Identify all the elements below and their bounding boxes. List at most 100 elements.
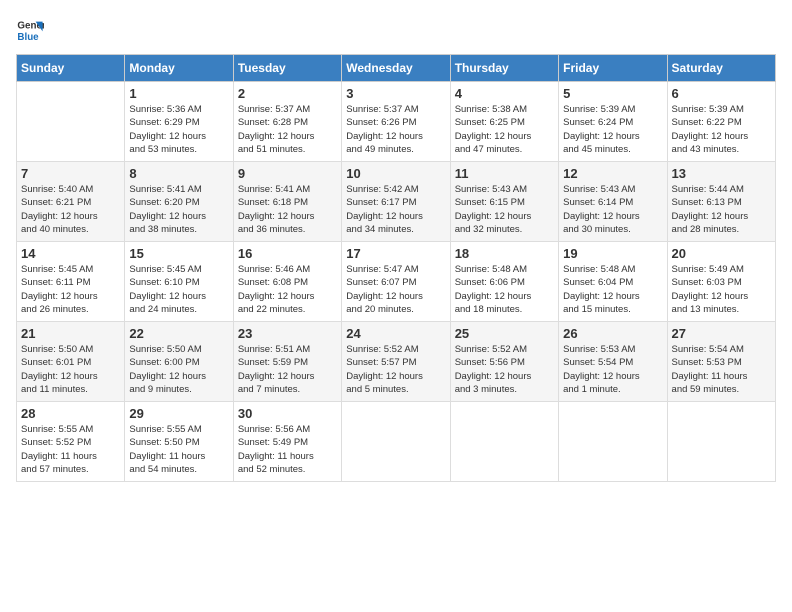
day-number: 25	[455, 326, 554, 341]
calendar-cell: 23 Sunrise: 5:51 AM Sunset: 5:59 PM Dayli…	[233, 322, 341, 402]
day-info: Sunrise: 5:51 AM Sunset: 5:59 PM Dayligh…	[238, 343, 337, 396]
day-info: Sunrise: 5:41 AM Sunset: 6:18 PM Dayligh…	[238, 183, 337, 236]
day-info: Sunrise: 5:55 AM Sunset: 5:52 PM Dayligh…	[21, 423, 120, 476]
day-info: Sunrise: 5:45 AM Sunset: 6:11 PM Dayligh…	[21, 263, 120, 316]
week-row-1: 7 Sunrise: 5:40 AM Sunset: 6:21 PM Daylig…	[17, 162, 776, 242]
header-sunday: Sunday	[17, 55, 125, 82]
day-info: Sunrise: 5:45 AM Sunset: 6:10 PM Dayligh…	[129, 263, 228, 316]
day-info: Sunrise: 5:36 AM Sunset: 6:29 PM Dayligh…	[129, 103, 228, 156]
header-monday: Monday	[125, 55, 233, 82]
calendar-cell: 25 Sunrise: 5:52 AM Sunset: 5:56 PM Dayli…	[450, 322, 558, 402]
day-info: Sunrise: 5:56 AM Sunset: 5:49 PM Dayligh…	[238, 423, 337, 476]
calendar-cell: 29Sunrise: 5:55 AM Sunset: 5:50 PM Dayli…	[125, 402, 233, 482]
calendar-cell: 19 Sunrise: 5:48 AM Sunset: 6:04 PM Dayli…	[559, 242, 667, 322]
calendar-cell: 11 Sunrise: 5:43 AM Sunset: 6:15 PM Dayli…	[450, 162, 558, 242]
day-number: 1	[129, 86, 228, 101]
day-info: Sunrise: 5:50 AM Sunset: 6:01 PM Dayligh…	[21, 343, 120, 396]
calendar-cell: 13 Sunrise: 5:44 AM Sunset: 6:13 PM Dayli…	[667, 162, 775, 242]
calendar-cell: 20Sunrise: 5:49 AM Sunset: 6:03 PM Dayli…	[667, 242, 775, 322]
calendar-cell: 4 Sunrise: 5:38 AM Sunset: 6:25 PM Daylig…	[450, 82, 558, 162]
day-info: Sunrise: 5:54 AM Sunset: 5:53 PM Dayligh…	[672, 343, 771, 396]
calendar-cell	[342, 402, 450, 482]
day-info: Sunrise: 5:50 AM Sunset: 6:00 PM Dayligh…	[129, 343, 228, 396]
calendar-cell: 28 Sunrise: 5:55 AM Sunset: 5:52 PM Dayli…	[17, 402, 125, 482]
day-number: 3	[346, 86, 445, 101]
week-row-3: 21 Sunrise: 5:50 AM Sunset: 6:01 PM Dayli…	[17, 322, 776, 402]
calendar-cell: 9 Sunrise: 5:41 AM Sunset: 6:18 PM Daylig…	[233, 162, 341, 242]
logo-icon: General Blue	[16, 16, 44, 44]
calendar-cell: 10 Sunrise: 5:42 AM Sunset: 6:17 PM Dayli…	[342, 162, 450, 242]
svg-text:Blue: Blue	[17, 32, 39, 43]
calendar-cell	[17, 82, 125, 162]
day-number: 20	[672, 246, 771, 261]
day-number: 23	[238, 326, 337, 341]
day-info: Sunrise: 5:48 AM Sunset: 6:04 PM Dayligh…	[563, 263, 662, 316]
day-number: 18	[455, 246, 554, 261]
calendar-cell: 12Sunrise: 5:43 AM Sunset: 6:14 PM Dayli…	[559, 162, 667, 242]
week-row-2: 14 Sunrise: 5:45 AM Sunset: 6:11 PM Dayli…	[17, 242, 776, 322]
day-number: 6	[672, 86, 771, 101]
calendar-cell	[559, 402, 667, 482]
day-info: Sunrise: 5:52 AM Sunset: 5:56 PM Dayligh…	[455, 343, 554, 396]
calendar-cell: 17 Sunrise: 5:47 AM Sunset: 6:07 PM Dayli…	[342, 242, 450, 322]
calendar-cell: 15Sunrise: 5:45 AM Sunset: 6:10 PM Dayli…	[125, 242, 233, 322]
day-info: Sunrise: 5:55 AM Sunset: 5:50 PM Dayligh…	[129, 423, 228, 476]
day-number: 21	[21, 326, 120, 341]
day-info: Sunrise: 5:47 AM Sunset: 6:07 PM Dayligh…	[346, 263, 445, 316]
calendar-cell: 21 Sunrise: 5:50 AM Sunset: 6:01 PM Dayli…	[17, 322, 125, 402]
calendar-cell	[667, 402, 775, 482]
header-thursday: Thursday	[450, 55, 558, 82]
day-number: 9	[238, 166, 337, 181]
day-number: 28	[21, 406, 120, 421]
day-info: Sunrise: 5:52 AM Sunset: 5:57 PM Dayligh…	[346, 343, 445, 396]
calendar-cell: 2 Sunrise: 5:37 AM Sunset: 6:28 PM Daylig…	[233, 82, 341, 162]
day-number: 10	[346, 166, 445, 181]
calendar-cell: 8Sunrise: 5:41 AM Sunset: 6:20 PM Daylig…	[125, 162, 233, 242]
day-number: 4	[455, 86, 554, 101]
day-number: 7	[21, 166, 120, 181]
day-number: 2	[238, 86, 337, 101]
day-info: Sunrise: 5:43 AM Sunset: 6:14 PM Dayligh…	[563, 183, 662, 236]
day-number: 27	[672, 326, 771, 341]
logo: General Blue	[16, 16, 44, 44]
header-tuesday: Tuesday	[233, 55, 341, 82]
day-number: 19	[563, 246, 662, 261]
day-number: 13	[672, 166, 771, 181]
calendar-cell: 27 Sunrise: 5:54 AM Sunset: 5:53 PM Dayli…	[667, 322, 775, 402]
day-info: Sunrise: 5:40 AM Sunset: 6:21 PM Dayligh…	[21, 183, 120, 236]
header-saturday: Saturday	[667, 55, 775, 82]
day-info: Sunrise: 5:38 AM Sunset: 6:25 PM Dayligh…	[455, 103, 554, 156]
day-info: Sunrise: 5:42 AM Sunset: 6:17 PM Dayligh…	[346, 183, 445, 236]
day-number: 14	[21, 246, 120, 261]
header-friday: Friday	[559, 55, 667, 82]
day-number: 8	[129, 166, 228, 181]
day-info: Sunrise: 5:48 AM Sunset: 6:06 PM Dayligh…	[455, 263, 554, 316]
calendar-cell: 18 Sunrise: 5:48 AM Sunset: 6:06 PM Dayli…	[450, 242, 558, 322]
calendar-cell: 14 Sunrise: 5:45 AM Sunset: 6:11 PM Dayli…	[17, 242, 125, 322]
day-info: Sunrise: 5:44 AM Sunset: 6:13 PM Dayligh…	[672, 183, 771, 236]
day-info: Sunrise: 5:37 AM Sunset: 6:28 PM Dayligh…	[238, 103, 337, 156]
day-number: 11	[455, 166, 554, 181]
day-number: 16	[238, 246, 337, 261]
day-info: Sunrise: 5:39 AM Sunset: 6:22 PM Dayligh…	[672, 103, 771, 156]
calendar-cell: 22Sunrise: 5:50 AM Sunset: 6:00 PM Dayli…	[125, 322, 233, 402]
calendar-cell: 5 Sunrise: 5:39 AM Sunset: 6:24 PM Daylig…	[559, 82, 667, 162]
calendar-table: SundayMondayTuesdayWednesdayThursdayFrid…	[16, 54, 776, 482]
day-info: Sunrise: 5:46 AM Sunset: 6:08 PM Dayligh…	[238, 263, 337, 316]
calendar-cell: 16 Sunrise: 5:46 AM Sunset: 6:08 PM Dayli…	[233, 242, 341, 322]
calendar-header-row: SundayMondayTuesdayWednesdayThursdayFrid…	[17, 55, 776, 82]
calendar-cell: 1 Sunrise: 5:36 AM Sunset: 6:29 PM Daylig…	[125, 82, 233, 162]
calendar-cell: 3Sunrise: 5:37 AM Sunset: 6:26 PM Daylig…	[342, 82, 450, 162]
day-info: Sunrise: 5:43 AM Sunset: 6:15 PM Dayligh…	[455, 183, 554, 236]
day-number: 30	[238, 406, 337, 421]
calendar-cell: 6 Sunrise: 5:39 AM Sunset: 6:22 PM Daylig…	[667, 82, 775, 162]
day-number: 17	[346, 246, 445, 261]
day-number: 24	[346, 326, 445, 341]
day-info: Sunrise: 5:39 AM Sunset: 6:24 PM Dayligh…	[563, 103, 662, 156]
header-wednesday: Wednesday	[342, 55, 450, 82]
day-number: 5	[563, 86, 662, 101]
calendar-cell	[450, 402, 558, 482]
week-row-4: 28 Sunrise: 5:55 AM Sunset: 5:52 PM Dayli…	[17, 402, 776, 482]
day-number: 26	[563, 326, 662, 341]
calendar-cell: 30 Sunrise: 5:56 AM Sunset: 5:49 PM Dayli…	[233, 402, 341, 482]
